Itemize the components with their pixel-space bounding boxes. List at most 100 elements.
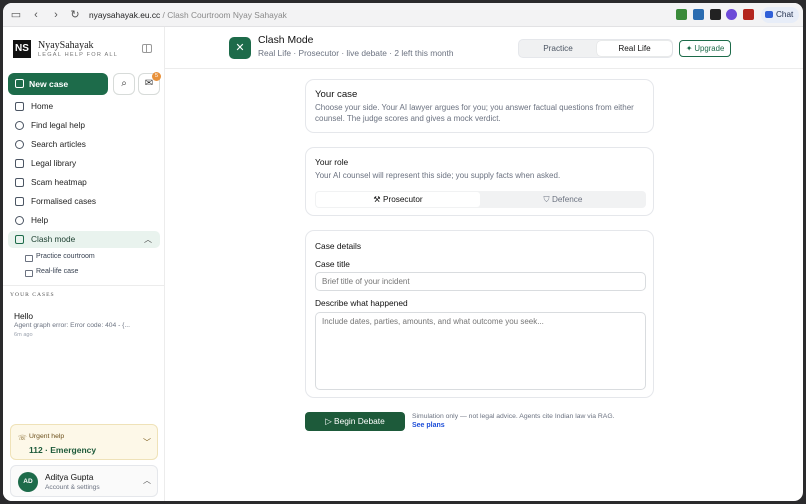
nav-label: Formalised cases xyxy=(31,196,97,206)
logo: NS xyxy=(13,40,31,58)
case-item-title[interactable]: Hello xyxy=(14,311,33,321)
case-details-card: Case details Case title Describe what ha… xyxy=(305,230,654,398)
nav-label: Search articles xyxy=(31,139,86,149)
chat-icon xyxy=(765,11,773,18)
your-case-title: Your case xyxy=(315,89,358,100)
account-settings-label: Account & settings xyxy=(45,484,100,491)
role-option-defence[interactable]: ⛉ Defence xyxy=(481,192,645,207)
case-title-input[interactable] xyxy=(315,272,646,291)
map-icon xyxy=(15,178,24,187)
swords-icon xyxy=(15,235,24,244)
describe-label: Describe what happened xyxy=(315,298,408,308)
role-label: Defence xyxy=(551,195,583,204)
case-title-label: Case title xyxy=(315,259,350,269)
forward-icon[interactable]: › xyxy=(49,8,63,22)
inbox-icon: ✉ xyxy=(144,78,154,89)
sidebar-item-legal-library[interactable]: Legal library xyxy=(8,155,160,172)
tab-label: Real Life xyxy=(618,44,651,53)
home-icon xyxy=(15,102,24,111)
url-domain: nyaysahayak.eu.cc xyxy=(89,10,161,20)
help-icon xyxy=(15,216,24,225)
chevron-down-icon: ﹀ xyxy=(143,438,151,447)
sidebar-item-formalised-cases[interactable]: Formalised cases xyxy=(8,193,160,210)
chevron-up-icon: ︿ xyxy=(144,235,152,244)
see-plans-link[interactable]: See plans xyxy=(412,422,445,429)
browser-window: ▭ ‹ › ↻ nyaysahayak.eu.cc / Clash Courtr… xyxy=(3,3,803,501)
phone-icon: ☏ xyxy=(18,435,27,442)
sidebar-item-help[interactable]: Help xyxy=(8,212,160,229)
role-option-prosecutor[interactable]: ⚒ Prosecutor xyxy=(316,192,480,207)
role-selector: ⚒ Prosecutor ⛉ Defence xyxy=(315,191,646,208)
extension-icon[interactable] xyxy=(726,9,737,20)
your-case-card: Your case Choose your side. Your AI lawy… xyxy=(305,79,654,133)
tab-practice[interactable]: Practice xyxy=(520,41,596,56)
urgent-help-panel[interactable]: ☏ Urgent help 112 · Emergency ﹀ xyxy=(10,424,158,460)
your-role-description: Your AI counsel will represent this side… xyxy=(315,171,561,180)
inbox-count-badge: 5 xyxy=(152,72,161,81)
search-icon: ⌕ xyxy=(121,78,127,89)
new-case-button[interactable]: New case xyxy=(8,73,108,95)
user-name: Aditya Gupta xyxy=(45,472,94,482)
reload-icon[interactable]: ↻ xyxy=(68,8,82,22)
browser-toolbar: ▭ ‹ › ↻ nyaysahayak.eu.cc / Clash Courtr… xyxy=(3,3,803,27)
role-label: Prosecutor xyxy=(383,195,423,204)
sidebar-toggle-icon[interactable]: ▭ xyxy=(9,8,23,22)
extension-icon[interactable] xyxy=(676,9,687,20)
page-subtitle: Real Life · Prosecutor · live debate · 2… xyxy=(258,48,454,58)
url-path: / Clash Courtroom Nyay Sahayak xyxy=(160,10,287,20)
brand-tagline: LEGAL HELP FOR ALL xyxy=(38,52,119,58)
sidebar-item-home[interactable]: Home xyxy=(8,98,160,115)
collapse-sidebar-icon[interactable] xyxy=(142,44,152,53)
chat-button[interactable]: Chat xyxy=(761,7,799,23)
upgrade-label: Upgrade xyxy=(694,44,725,53)
address-bar[interactable]: nyaysahayak.eu.cc / Clash Courtroom Nyay… xyxy=(89,10,287,20)
your-case-description: Choose your side. Your AI lawyer argues … xyxy=(315,103,634,124)
sidebar: NS NyaySahayak LEGAL HELP FOR ALL New ca… xyxy=(3,27,165,501)
your-role-title: Your role xyxy=(315,157,349,167)
sidebar-item-clash-mode[interactable]: Clash mode ︿ xyxy=(8,231,160,248)
your-role-card: Your role Your AI counsel will represent… xyxy=(305,147,654,216)
sidebar-item-search-articles[interactable]: Search articles xyxy=(8,136,160,153)
nav-label: Clash mode xyxy=(31,234,76,244)
back-icon[interactable]: ‹ xyxy=(29,8,43,22)
page-header: ✕ Clash Mode Real Life · Prosecutor · li… xyxy=(165,27,803,69)
extension-icon[interactable] xyxy=(710,9,721,20)
mode-switcher: Practice Real Life xyxy=(518,39,673,58)
briefcase-icon xyxy=(15,197,24,206)
edit-icon xyxy=(15,79,24,88)
extension-icon[interactable] xyxy=(693,9,704,20)
play-icon: ▷ xyxy=(325,416,334,426)
brand-name: NyaySahayak xyxy=(38,40,94,51)
avatar: AD xyxy=(18,472,38,492)
swords-icon: ✕ xyxy=(229,37,251,59)
search-button[interactable]: ⌕ xyxy=(113,73,135,95)
nav-label: Help xyxy=(31,215,49,225)
book-icon xyxy=(15,159,24,168)
upgrade-button[interactable]: ✦ Upgrade xyxy=(679,40,731,57)
urgent-help-label: Urgent help xyxy=(29,433,65,440)
new-case-label: New case xyxy=(29,79,69,89)
your-cases-heading: YOUR CASES xyxy=(10,292,55,298)
begin-label: Begin Debate xyxy=(334,416,385,426)
emergency-number[interactable]: 112 · Emergency xyxy=(29,445,96,455)
sidebar-item-find-legal-help[interactable]: Find legal help xyxy=(8,117,160,134)
sidebar-item-scam-heatmap[interactable]: Scam heatmap xyxy=(8,174,160,191)
description-textarea[interactable] xyxy=(315,312,646,390)
nav-label: Legal library xyxy=(31,158,77,168)
begin-debate-button[interactable]: ▷ Begin Debate xyxy=(305,412,405,431)
nav-label: Home xyxy=(31,101,54,111)
search-icon xyxy=(15,140,24,149)
nav-label: Find legal help xyxy=(31,120,85,130)
sidebar-subitem-practice-courtroom[interactable]: Practice courtroom xyxy=(24,253,95,262)
extension-icon[interactable] xyxy=(743,9,754,20)
shield-icon: ⛉ xyxy=(543,195,552,204)
case-item-time: 6m ago xyxy=(14,332,33,338)
account-menu[interactable]: AD Aditya Gupta Account & settings ︿ xyxy=(10,465,158,497)
chat-label: Chat xyxy=(776,10,794,19)
tab-real-life[interactable]: Real Life xyxy=(597,41,672,56)
tab-label: Practice xyxy=(543,44,573,53)
sidebar-subitem-real-life-case[interactable]: Real-life case xyxy=(24,268,78,277)
divider xyxy=(3,285,164,286)
page-title: Clash Mode xyxy=(258,35,314,46)
gavel-icon: ⚒ xyxy=(373,195,384,204)
